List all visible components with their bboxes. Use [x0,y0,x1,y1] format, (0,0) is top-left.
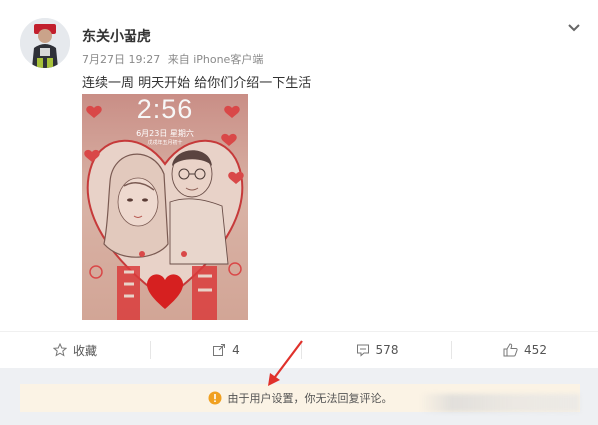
chevron-down-icon[interactable] [566,19,582,32]
star-icon [52,343,67,357]
post-date[interactable]: 7月27日 19:27 [82,53,160,66]
avatar[interactable] [20,18,70,68]
favorite-label: 收藏 [72,343,97,358]
lock-screen-lunar-date: 戊戌年五月初十 [147,140,183,146]
like-button[interactable]: 452 [452,332,598,368]
post-source: 来自 iPhone客户端 [167,53,264,66]
post-photo[interactable]: 2:56 6月23日 星期六 戊戌年五月初十 [82,94,248,320]
repost-icon [213,344,226,356]
repost-count: 4 [232,343,240,357]
lock-screen-time: 2:56 [136,94,194,124]
comment-count: 578 [375,343,399,357]
lock-screen-date: 6月23日 星期六 [136,129,194,138]
blurred-watermark [420,394,580,412]
comment-button[interactable]: 578 [302,332,452,368]
warning-icon [208,391,221,405]
notice-text: 由于用户设置，你无法回复评论。 [227,392,393,405]
thumbs-up-icon [503,343,518,357]
comment-icon [356,344,369,357]
username[interactable]: 东关小꿃虎 [82,26,151,46]
favorite-button[interactable]: 收藏 [0,332,150,368]
post-text: 连续一周 明天开始 给你们介绍一下生活 [82,76,312,91]
weibo-post-card: 东关小꿃虎 7月27日 19:27 来自 iPhone客户端 连续一周 明天开始… [0,0,598,368]
annotation-arrow-icon [268,340,303,386]
post-meta: 7月27日 19:27 来自 iPhone客户端 [82,51,267,67]
like-count: 452 [524,343,547,357]
